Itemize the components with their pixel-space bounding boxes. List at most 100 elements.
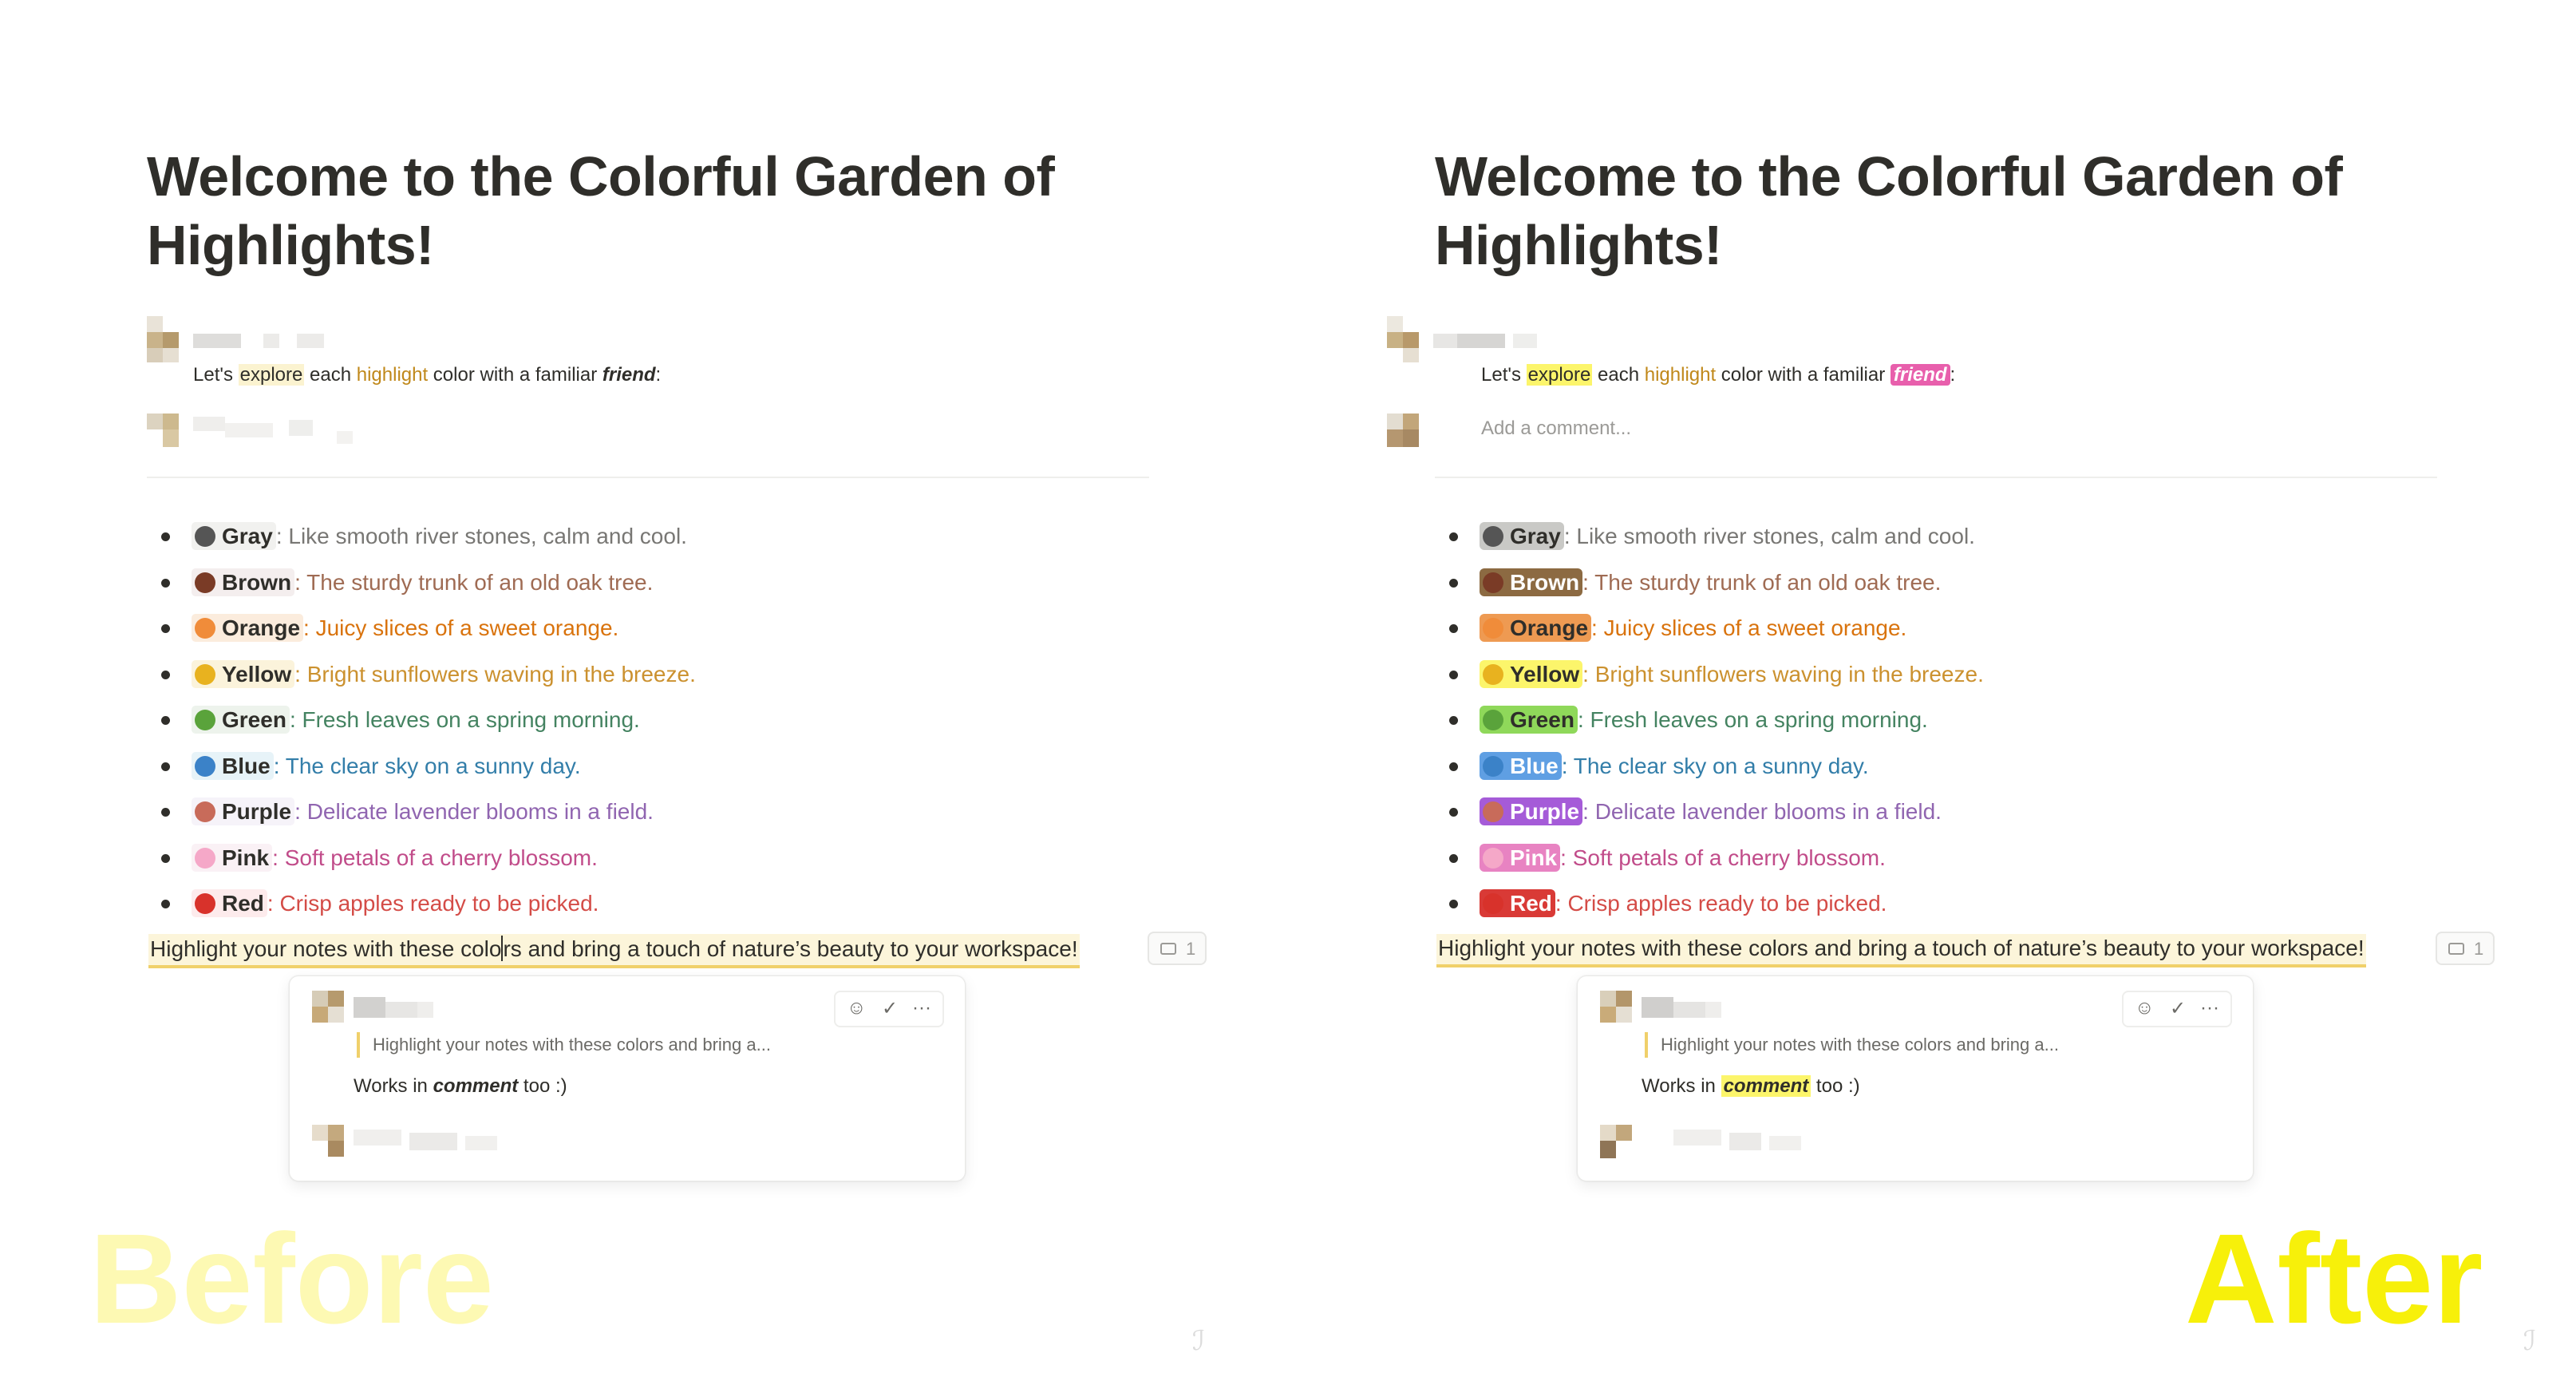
reply-avatar: [1387, 414, 1419, 447]
resolve-icon[interactable]: ✓: [882, 997, 898, 1020]
color-description: : Soft petals of a cherry blossom.: [1560, 845, 1886, 870]
comment-body: Works in comment too :): [1642, 1075, 1860, 1097]
color-name-red: Red: [1480, 889, 1555, 917]
wave-icon: [1483, 755, 1503, 777]
peach-icon: [1483, 618, 1503, 639]
bullet-icon: [161, 716, 170, 725]
color-description: : The sturdy trunk of an old oak tree.: [1582, 569, 1942, 595]
color-name-pink: Pink: [1480, 843, 1561, 872]
add-comment-input[interactable]: Add a comment...: [1481, 417, 1631, 440]
bullet-icon: [161, 808, 170, 817]
color-name-red: Red: [192, 889, 267, 917]
apple-icon: [195, 893, 215, 914]
bullet-icon: [161, 624, 170, 633]
avatar: [1387, 316, 1419, 362]
list-item-purple: Purple: Delicate lavender blooms in a fi…: [1435, 794, 1984, 841]
color-description: : Juicy slices of a sweet orange.: [1591, 615, 1907, 640]
card-actions: ☺ ✓ ···: [834, 991, 944, 1027]
reply-input-pixelated[interactable]: [193, 417, 369, 445]
list-item-blue: Blue: The clear sky on a sunny day.: [147, 749, 696, 795]
comment-count-button[interactable]: 1: [2436, 932, 2495, 965]
card-avatar: [1600, 991, 1632, 1023]
list-item-purple: Purple: Delicate lavender blooms in a fi…: [147, 794, 696, 841]
color-name-yellow: Yellow: [1480, 659, 1583, 688]
color-description: : Bright sunflowers waving in the breeze…: [294, 661, 696, 687]
resolve-icon[interactable]: ✓: [2170, 997, 2186, 1020]
card-reply-input-pixelated[interactable]: [1642, 1130, 1801, 1153]
add-reaction-icon[interactable]: ☺: [2135, 997, 2155, 1019]
color-name-pink: Pink: [192, 843, 273, 872]
highlighted-paragraph[interactable]: Highlight your notes with these colors a…: [1436, 934, 2366, 967]
color-description: : Bright sunflowers waving in the breeze…: [1582, 661, 1984, 687]
wave-icon: [195, 755, 215, 777]
bullet-icon: [1449, 670, 1458, 679]
highlighted-paragraph[interactable]: Highlight your notes with these colors a…: [148, 934, 1080, 968]
comment-count-button[interactable]: 1: [1148, 932, 1207, 965]
bullet-icon: [1449, 578, 1458, 588]
bullet-icon: [1449, 900, 1458, 908]
list-item-red: Red: Crisp apples ready to be picked.: [147, 886, 696, 932]
quoted-text: Highlight your notes with these colors a…: [357, 1032, 771, 1058]
color-description: : Juicy slices of a sweet orange.: [303, 615, 619, 640]
color-description: : The clear sky on a sunny day.: [1561, 753, 1869, 778]
reply-avatar: [147, 414, 179, 447]
card-reply-input-pixelated[interactable]: [354, 1130, 513, 1153]
color-description: : Crisp apples ready to be picked.: [1555, 891, 1887, 916]
comment-icon: [1160, 943, 1176, 955]
add-reaction-icon[interactable]: ☺: [847, 997, 867, 1019]
bouquet-icon: [1483, 801, 1503, 822]
color-name-brown: Brown: [192, 568, 295, 596]
bullet-icon: [1449, 532, 1458, 541]
color-name-green: Green: [1480, 706, 1578, 734]
rock-icon: [195, 526, 215, 547]
chestnut-icon: [1483, 572, 1503, 593]
color-description: : Crisp apples ready to be picked.: [267, 891, 599, 916]
comment-card: ☺ ✓ ··· Highlight your notes with these …: [289, 975, 966, 1181]
list-item-orange: Orange: Juicy slices of a sweet orange.: [1435, 611, 1984, 657]
color-description: : The clear sky on a sunny day.: [273, 753, 581, 778]
comment-text: Let's explore each highlight color with …: [193, 364, 662, 386]
comment-icon: [2448, 943, 2464, 955]
author-name-pixelated: [1433, 334, 1561, 348]
list-item-gray: Gray: Like smooth river stones, calm and…: [1435, 519, 1984, 565]
divider: [147, 477, 1149, 478]
bullet-icon: [161, 762, 170, 771]
bullet-icon: [1449, 853, 1458, 863]
list-item-green: Green: Fresh leaves on a spring morning.: [1435, 702, 1984, 749]
before-panel: Welcome to the Colorful Garden of Highli…: [0, 0, 1288, 1381]
color-name-gray: Gray: [1480, 522, 1564, 550]
color-name-brown: Brown: [1480, 568, 1583, 596]
color-name-purple: Purple: [1480, 797, 1583, 825]
page-title: Welcome to the Colorful Garden of Highli…: [1435, 145, 2343, 276]
color-name-blue: Blue: [1480, 751, 1562, 780]
list-item-brown: Brown: The sturdy trunk of an old oak tr…: [1435, 565, 1984, 611]
bullet-icon: [161, 532, 170, 541]
card-author-pixelated: [354, 997, 449, 1018]
color-name-orange: Orange: [192, 614, 304, 642]
more-icon[interactable]: ···: [912, 997, 931, 1019]
bullet-icon: [161, 578, 170, 588]
card-avatar: [312, 991, 344, 1023]
color-description: : Like smooth river stones, calm and coo…: [275, 524, 687, 548]
more-icon[interactable]: ···: [2200, 997, 2219, 1019]
list-item-pink: Pink: Soft petals of a cherry blossom.: [1435, 841, 1984, 887]
list-item-orange: Orange: Juicy slices of a sweet orange.: [147, 611, 696, 657]
color-description: : Fresh leaves on a spring morning.: [289, 707, 640, 732]
after-panel: Welcome to the Colorful Garden of Highli…: [1288, 0, 2576, 1381]
bullet-icon: [161, 900, 170, 908]
list-item-brown: Brown: The sturdy trunk of an old oak tr…: [147, 565, 696, 611]
card-actions: ☺ ✓ ···: [2122, 991, 2232, 1027]
color-name-green: Green: [192, 706, 290, 734]
avatar: [147, 316, 179, 362]
sunflower-icon: [195, 663, 215, 685]
bullet-icon: [1449, 716, 1458, 725]
color-description: : Delicate lavender blooms in a field.: [1582, 799, 1942, 824]
comment-body: Works in comment too :): [354, 1075, 567, 1097]
color-description: : Like smooth river stones, calm and coo…: [1563, 524, 1975, 548]
chestnut-icon: [195, 572, 215, 593]
color-description: : Fresh leaves on a spring morning.: [1577, 707, 1928, 732]
color-list: Gray: Like smooth river stones, calm and…: [147, 519, 696, 932]
bullet-icon: [1449, 624, 1458, 633]
bullet-icon: [161, 670, 170, 679]
list-item-gray: Gray: Like smooth river stones, calm and…: [147, 519, 696, 565]
